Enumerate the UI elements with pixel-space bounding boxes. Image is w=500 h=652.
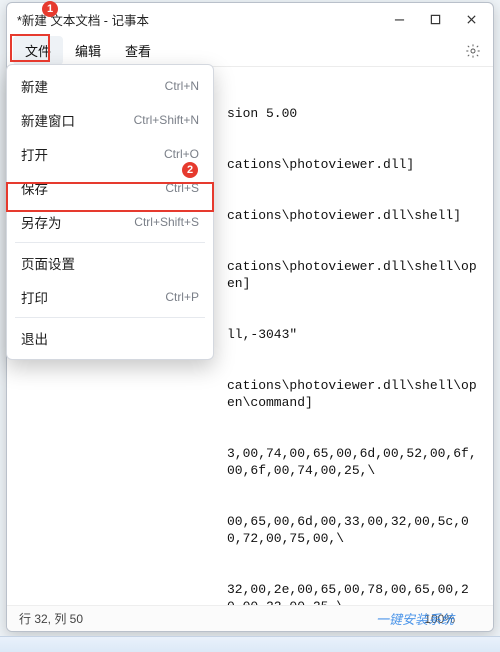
code-line: sion 5.00 [227,105,481,122]
menu-item-shortcut: Ctrl+Shift+N [134,113,199,127]
menu-separator [15,317,205,318]
menu-item-shortcut: Ctrl+Shift+S [134,215,199,229]
code-line: 32,00,2e,00,65,00,78,00,65,00,20,00,22,0… [227,581,481,605]
minimize-button[interactable] [381,5,417,33]
menu-item-new[interactable]: 新建 Ctrl+N [7,69,213,103]
menu-item-exit[interactable]: 退出 [7,321,213,355]
status-line-col: 行 32, 列 50 [19,610,83,627]
menu-item-new-window[interactable]: 新建窗口 Ctrl+Shift+N [7,103,213,137]
annotation-2: 2 [182,162,198,178]
menu-item-page-setup[interactable]: 页面设置 [7,246,213,280]
caption-buttons [381,5,489,33]
file-menu-dropdown: 新建 Ctrl+N 新建窗口 Ctrl+Shift+N 打开 Ctrl+O 保存… [6,64,214,360]
gear-icon [465,43,481,59]
code-line: ll,-3043" [227,326,481,343]
close-button[interactable] [453,5,489,33]
annotation-1: 1 [42,1,58,17]
code-line: cations\photoviewer.dll\shell\open] [227,258,481,292]
window-title: *新建 文本文档 - 记事本 [17,10,381,29]
code-line: cations\photoviewer.dll] [227,156,481,173]
menu-item-label: 新建窗口 [21,110,134,130]
menu-item-shortcut: Ctrl+O [164,147,199,161]
code-line: cations\photoviewer.dll\shell\open\comma… [227,377,481,411]
menu-item-label: 页面设置 [21,253,199,273]
menu-item-shortcut: Ctrl+N [165,79,199,93]
menu-item-shortcut: Ctrl+S [165,181,199,195]
titlebar[interactable]: *新建 文本文档 - 记事本 [7,3,493,35]
menu-item-print[interactable]: 打印 Ctrl+P [7,280,213,314]
menu-view[interactable]: 查看 [113,36,163,65]
menu-item-label: 退出 [21,328,199,348]
code-line: cations\photoviewer.dll\shell] [227,207,481,224]
menu-item-label: 新建 [21,76,165,96]
menu-item-label: 打开 [21,144,164,164]
menu-item-label: 打印 [21,287,165,307]
menu-item-shortcut: Ctrl+P [165,290,199,304]
code-line: 3,00,74,00,65,00,6d,00,52,00,6f,00,6f,00… [227,445,481,479]
menu-edit[interactable]: 编辑 [63,36,113,65]
menu-item-save[interactable]: 保存 Ctrl+S [7,171,213,205]
taskbar[interactable] [0,636,500,652]
code-line: 00,65,00,6d,00,33,00,32,00,5c,00,72,00,7… [227,513,481,547]
menu-separator [15,242,205,243]
menu-item-save-as[interactable]: 另存为 Ctrl+Shift+S [7,205,213,239]
menubar: 文件 编辑 查看 [7,35,493,67]
menu-item-label: 保存 [21,178,165,198]
menu-file[interactable]: 文件 [13,36,63,65]
menu-item-label: 另存为 [21,212,134,232]
watermark-text: 一键安装系统 [376,609,454,628]
maximize-button[interactable] [417,5,453,33]
settings-button[interactable] [459,37,487,65]
